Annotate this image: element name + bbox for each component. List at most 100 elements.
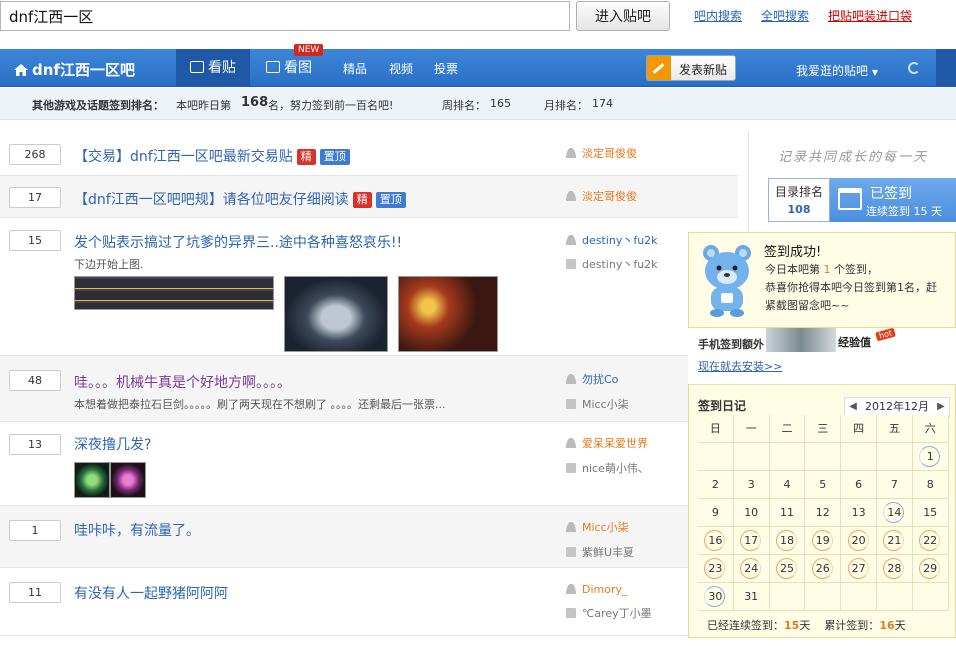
prev-month-icon[interactable]: ◀ (848, 398, 858, 416)
install-now-link[interactable]: 现在就去安装>> (698, 358, 782, 374)
thread-image[interactable] (74, 462, 110, 498)
thread-image[interactable] (284, 276, 388, 352)
last-reply-user[interactable]: ℃arey丁小墨 (566, 605, 652, 621)
calendar-day[interactable]: 22 (912, 527, 949, 555)
directory-rank-box[interactable]: 目录排名 108 (768, 178, 830, 222)
thread-author[interactable]: Micc小柒 (566, 519, 629, 535)
calendar-day-number: 24 (740, 558, 762, 580)
last-reply-user[interactable]: destiny丶fu2k (566, 256, 658, 272)
calendar-empty-cell (805, 583, 842, 611)
enter-forum-button[interactable]: 进入贴吧 (576, 1, 670, 31)
calendar-day[interactable]: 21 (877, 527, 913, 555)
calendar-day[interactable]: 18 (769, 527, 806, 555)
last-reply-user[interactable]: Micc小柒 (566, 396, 629, 412)
calendar-day[interactable]: 25 (769, 555, 806, 583)
thread-title[interactable]: 【dnf江西一区吧吧规】请各位吧友仔细阅读精置顶 (74, 189, 406, 209)
calendar-day[interactable]: 28 (877, 555, 913, 583)
thread-title[interactable]: 发个贴表示搞过了坑爹的异界三..途中各种喜怒哀乐!! (74, 232, 402, 252)
calendar-day[interactable]: 8 (912, 471, 949, 499)
calendar-day[interactable]: 26 (805, 555, 842, 583)
last-reply-user[interactable]: 紫鲜U丰夏 (566, 544, 634, 560)
calendar-day[interactable]: 14 (877, 499, 913, 527)
nav-featured[interactable]: 精品 (343, 49, 367, 89)
thread-author[interactable]: 淡定哥俊俊 (566, 188, 637, 204)
thread-title[interactable]: 【交易】dnf江西一区吧最新交易贴精置顶 (74, 146, 350, 166)
calendar-day[interactable]: 11 (769, 499, 806, 527)
new-post-button[interactable]: 发表新贴 (646, 55, 736, 81)
thread-row[interactable]: 17 【dnf江西一区吧吧规】请各位吧友仔细阅读精置顶 淡定哥俊俊 (0, 176, 738, 218)
forum-title[interactable]: dnf江西一区吧 (14, 59, 135, 80)
calendar-day[interactable]: 19 (805, 527, 842, 555)
calendar-day[interactable]: 10 (733, 499, 770, 527)
thread-author[interactable]: Dimory_ (566, 583, 628, 596)
calendar-day[interactable]: 7 (877, 471, 913, 499)
thread-title[interactable]: 深夜撸几发? (74, 434, 151, 454)
thread-row[interactable]: 268 【交易】dnf江西一区吧最新交易贴精置顶 淡定哥俊俊 (0, 132, 738, 176)
search-all-link[interactable]: 全吧搜索 (761, 7, 809, 24)
thread-image[interactable] (110, 462, 146, 498)
calendar-footer: 已经连续签到：15天 累计签到：16天 (707, 617, 906, 633)
calendar-day[interactable]: 6 (841, 471, 877, 499)
calendar-day[interactable]: 4 (769, 471, 806, 499)
calendar-day[interactable]: 30 (698, 583, 734, 611)
thread-image[interactable] (74, 276, 274, 310)
calendar-empty-cell (912, 583, 949, 611)
thread-author[interactable]: 爱呆呆爱世界 (566, 435, 648, 451)
thread-image[interactable] (398, 276, 498, 352)
calendar-day[interactable]: 2 (698, 471, 734, 499)
rank-month-value: 174 (592, 97, 613, 110)
calendar-day-number: 1 (919, 446, 941, 468)
reply-count: 13 (9, 434, 61, 455)
weekday-header: 三 (805, 415, 842, 443)
fav-bars-dropdown[interactable]: 我爱逛的贴吧 ▼ (796, 62, 878, 79)
calendar-day-number: 16 (704, 530, 726, 552)
reply-count: 11 (9, 582, 61, 603)
user-icon (566, 584, 576, 594)
thread-title[interactable]: 哇。。。机械牛真是个好地方啊。。。。 (74, 372, 291, 392)
thread-title[interactable]: 有没有人一起野猪阿阿阿 (74, 583, 228, 603)
calendar-day[interactable]: 5 (805, 471, 842, 499)
mobile-exp-text: 经验值 (838, 336, 871, 349)
calendar-day[interactable]: 12 (805, 499, 842, 527)
calendar-day[interactable]: 27 (841, 555, 877, 583)
author-name: 淡定哥俊俊 (582, 190, 637, 203)
author-name: 爱呆呆爱世界 (582, 437, 648, 450)
thread-row[interactable]: 13 深夜撸几发? 爱呆呆爱世界 nice萌小伟、 (0, 422, 738, 506)
thread-author[interactable]: 勿扰Co (566, 371, 618, 387)
thread-author[interactable]: 淡定哥俊俊 (566, 145, 637, 161)
calendar-day[interactable]: 31 (733, 583, 770, 611)
last-reply-user[interactable]: nice萌小伟、 (566, 460, 649, 476)
search-in-forum-link[interactable]: 吧内搜索 (694, 7, 742, 24)
thread-author[interactable]: destiny丶fu2k (566, 232, 658, 248)
thread-row[interactable]: 48 哇。。。机械牛真是个好地方啊。。。。 本想着做把泰拉石巨剑。。。。。刷了两… (0, 356, 738, 422)
calendar-day[interactable]: 3 (733, 471, 770, 499)
calendar-day[interactable]: 29 (912, 555, 949, 583)
calendar-day[interactable]: 9 (698, 499, 734, 527)
calendar-day-number: 21 (883, 530, 905, 552)
next-month-icon[interactable]: ▶ (936, 398, 946, 416)
calendar-empty-cell (877, 443, 913, 471)
nav-video[interactable]: 视频 (389, 49, 413, 89)
calendar-day[interactable]: 20 (841, 527, 877, 555)
popup-line1-num: 1 (823, 263, 831, 276)
rank-yesterday-value: 168 (241, 95, 269, 110)
nav-vote[interactable]: 投票 (434, 49, 458, 89)
search-input[interactable] (0, 1, 570, 31)
calendar-day[interactable]: 23 (698, 555, 734, 583)
thread-row[interactable]: 1 哇咔咔，有流量了。 Micc小柒 紫鲜U丰夏 (0, 506, 738, 568)
total-value: 16 (879, 619, 895, 632)
pocket-install-link[interactable]: 把贴吧装进口袋 (828, 7, 912, 24)
refresh-icon[interactable] (908, 62, 920, 74)
thread-row[interactable]: 11 有没有人一起野猪阿阿阿 Dimory_ ℃arey丁小墨 (0, 568, 738, 636)
calendar-day[interactable]: 15 (912, 499, 949, 527)
signed-status-box[interactable]: 已签到 连续签到 15 天 (830, 178, 956, 222)
calendar-day[interactable]: 17 (733, 527, 770, 555)
calendar-day[interactable]: 1 (912, 443, 949, 471)
calendar-day[interactable]: 16 (698, 527, 734, 555)
thread-title[interactable]: 哇咔咔，有流量了。 (74, 520, 200, 540)
thread-row[interactable]: 15 发个贴表示搞过了坑爹的异界三..途中各种喜怒哀乐!! 下边开始上图. de… (0, 218, 738, 356)
popup-title: 签到成功! (764, 245, 822, 260)
tab-view-posts[interactable]: 看贴 (176, 49, 250, 87)
calendar-day[interactable]: 24 (733, 555, 770, 583)
calendar-day[interactable]: 13 (841, 499, 877, 527)
